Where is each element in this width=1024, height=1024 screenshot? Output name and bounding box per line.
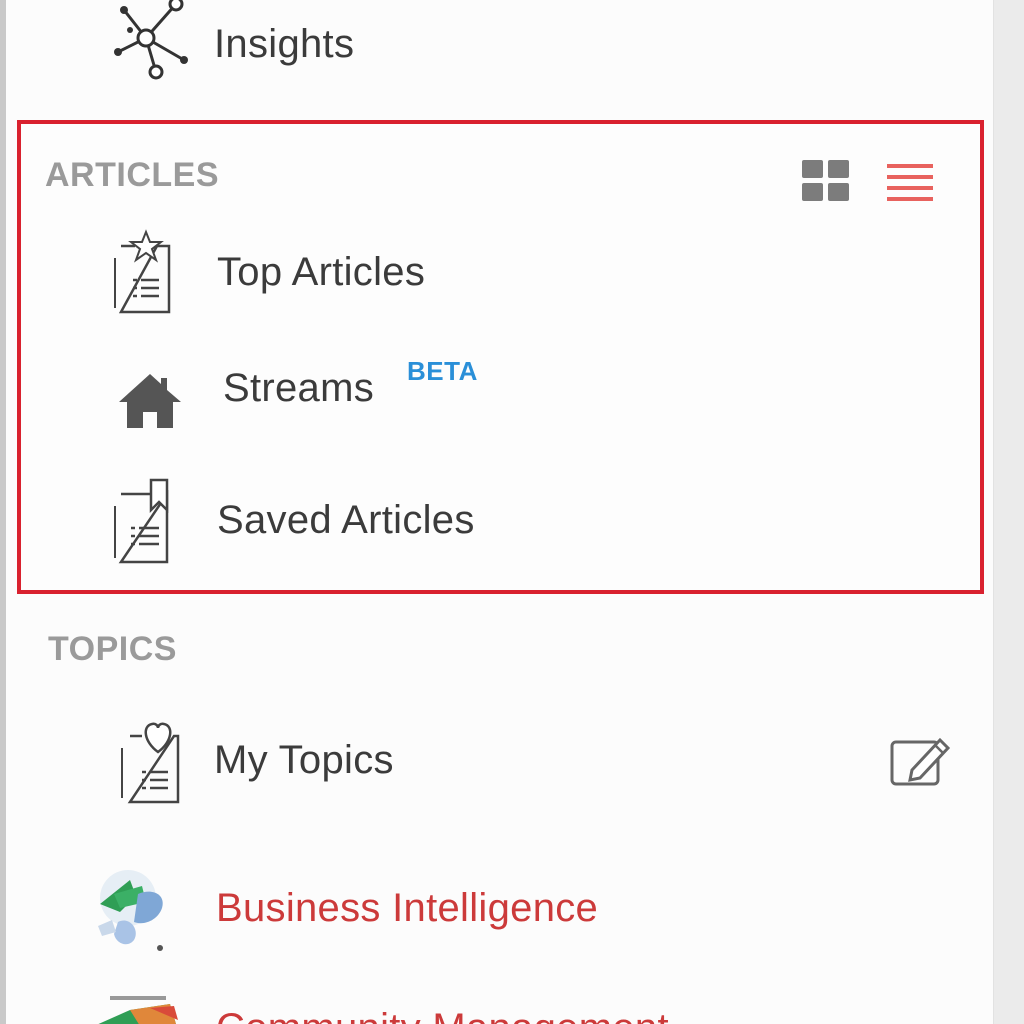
edit-icon[interactable] [888,734,952,788]
articles-section: ARTICLES Top Articles Streams BETA Saved… [17,120,984,594]
sidebar-item-my-topics[interactable]: My Topics [106,716,966,808]
scrollbar[interactable] [993,0,1024,1024]
sidebar-item-label: Business Intelligence [216,886,599,930]
network-nodes-icon [114,0,188,80]
sidebar-item-label: Community Management [216,1006,669,1024]
sidebar-item-label: Top Articles [217,250,426,294]
document-star-icon [114,229,171,314]
sidebar-item-label: Saved Articles [217,498,475,542]
sidebar-item-streams[interactable]: Streams BETA [111,342,971,432]
sidebar-item-insights[interactable]: Insights [6,0,986,110]
sidebar-item-top-articles[interactable]: Top Articles [111,228,971,320]
sidebar-item-label: Streams [223,366,375,410]
sidebar-item-business-intelligence[interactable]: Business Intelligence [90,868,970,958]
list-view-icon[interactable] [887,162,933,202]
section-title-articles: ARTICLES [45,156,219,194]
sidebar-panel: Insights ARTICLES Top Articles Streams B… [6,0,993,1024]
home-icon [119,374,181,428]
sidebar-item-label: Insights [214,22,355,66]
beta-badge: BETA [407,356,478,386]
community-management-topic-icon [98,996,178,1024]
document-heart-icon [121,722,180,804]
sidebar-item-saved-articles[interactable]: Saved Articles [111,476,971,568]
business-intelligence-topic-icon [98,870,163,951]
sidebar-item-community-management[interactable]: Community Management [90,990,970,1024]
section-title-topics: TOPICS [48,630,177,668]
grid-view-icon[interactable] [802,160,850,202]
document-bookmark-icon [114,478,169,564]
sidebar-item-label: My Topics [214,738,394,782]
